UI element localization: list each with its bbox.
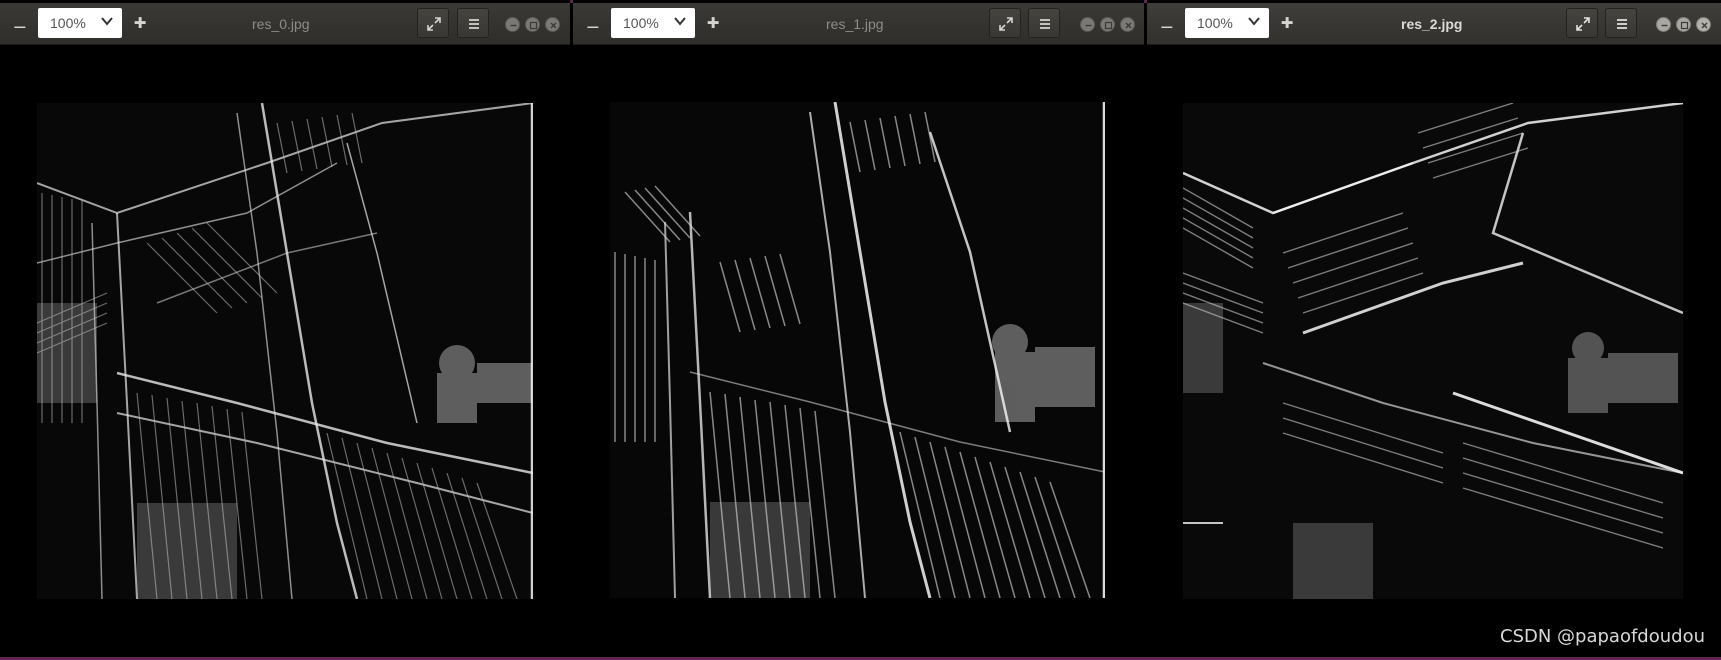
zoom-in-button[interactable]: ✚ <box>130 13 150 33</box>
zoom-out-button[interactable]: ⚊ <box>1157 13 1177 33</box>
minus-icon: ⚊ <box>13 14 27 32</box>
csdn-watermark: CSDN @papaofdoudou <box>1500 626 1705 647</box>
maximize-button[interactable] <box>525 17 540 32</box>
fullscreen-icon <box>1576 17 1590 31</box>
image-canvas[interactable] <box>573 45 1144 657</box>
plus-icon: ✚ <box>706 14 720 32</box>
fullscreen-icon <box>427 17 441 31</box>
window-title: res_2.jpg <box>1401 16 1463 32</box>
chevron-down-icon <box>1248 17 1260 26</box>
zoom-in-button[interactable]: ✚ <box>1277 13 1297 33</box>
zoom-value: 100% <box>1197 15 1233 31</box>
hamburger-menu-icon <box>1617 19 1627 29</box>
image-canvas[interactable]: CSDN @papaofdoudou <box>1147 45 1721 657</box>
zoom-selector[interactable]: 100% <box>611 8 695 38</box>
zoom-selector[interactable]: 100% <box>1185 8 1269 38</box>
minimize-icon <box>510 24 517 27</box>
window-title: res_1.jpg <box>826 16 884 32</box>
edge-detection-image-res-1 <box>610 102 1105 598</box>
minimize-button[interactable] <box>1656 17 1671 32</box>
minimize-button[interactable] <box>1080 17 1095 32</box>
chevron-down-icon <box>674 17 686 26</box>
minimize-button[interactable] <box>505 17 520 32</box>
menu-button[interactable] <box>457 8 489 38</box>
fullscreen-icon <box>999 17 1013 31</box>
hamburger-menu-icon <box>469 19 479 29</box>
menu-button[interactable] <box>1028 8 1060 38</box>
zoom-out-button[interactable]: ⚊ <box>10 13 30 33</box>
close-icon <box>1701 22 1708 29</box>
plus-icon: ✚ <box>1280 14 1294 32</box>
close-icon <box>1125 22 1132 29</box>
fullscreen-button[interactable] <box>417 8 449 38</box>
maximize-icon <box>1104 21 1113 30</box>
maximize-icon <box>1680 21 1689 30</box>
chevron-down-icon <box>101 17 113 26</box>
close-icon <box>550 22 557 29</box>
zoom-out-button[interactable]: ⚊ <box>583 13 603 33</box>
plus-icon: ✚ <box>133 14 147 32</box>
fullscreen-button[interactable] <box>1566 8 1598 38</box>
minus-icon: ⚊ <box>1160 14 1174 32</box>
fullscreen-button[interactable] <box>989 8 1021 38</box>
close-button[interactable] <box>1120 17 1135 32</box>
edge-detection-image-res-0 <box>37 103 533 599</box>
image-viewer-window-2[interactable]: ⚊ 100% ✚ res_1.jpg <box>573 0 1144 657</box>
window-headerbar[interactable]: ⚊ 100% ✚ res_2.jpg <box>1147 3 1721 45</box>
window-title: res_0.jpg <box>252 16 310 32</box>
minimize-icon <box>1085 24 1092 27</box>
maximize-button[interactable] <box>1100 17 1115 32</box>
zoom-value: 100% <box>50 15 86 31</box>
close-button[interactable] <box>1696 17 1711 32</box>
window-headerbar[interactable]: ⚊ 100% ✚ res_0.jpg <box>0 3 570 45</box>
image-canvas[interactable] <box>0 45 570 657</box>
image-viewer-window-1[interactable]: ⚊ 100% ✚ res_0.jpg <box>0 0 570 657</box>
edge-detection-image-res-2 <box>1183 103 1683 599</box>
desktop: ⚊ 100% ✚ res_0.jpg ⚊ 100% ✚ res_1.jpg ⚊ … <box>0 0 1721 660</box>
maximize-button[interactable] <box>1676 17 1691 32</box>
zoom-value: 100% <box>623 15 659 31</box>
window-headerbar[interactable]: ⚊ 100% ✚ res_1.jpg <box>573 3 1144 45</box>
menu-button[interactable] <box>1605 8 1637 38</box>
image-viewer-window-3[interactable]: ⚊ 100% ✚ res_2.jpg CSDN @papaofdoudou <box>1147 0 1721 657</box>
minimize-icon <box>1661 24 1668 27</box>
maximize-icon <box>529 21 538 30</box>
zoom-selector[interactable]: 100% <box>38 8 122 38</box>
minus-icon: ⚊ <box>586 14 600 32</box>
hamburger-menu-icon <box>1040 19 1050 29</box>
zoom-in-button[interactable]: ✚ <box>703 13 723 33</box>
close-button[interactable] <box>545 17 560 32</box>
